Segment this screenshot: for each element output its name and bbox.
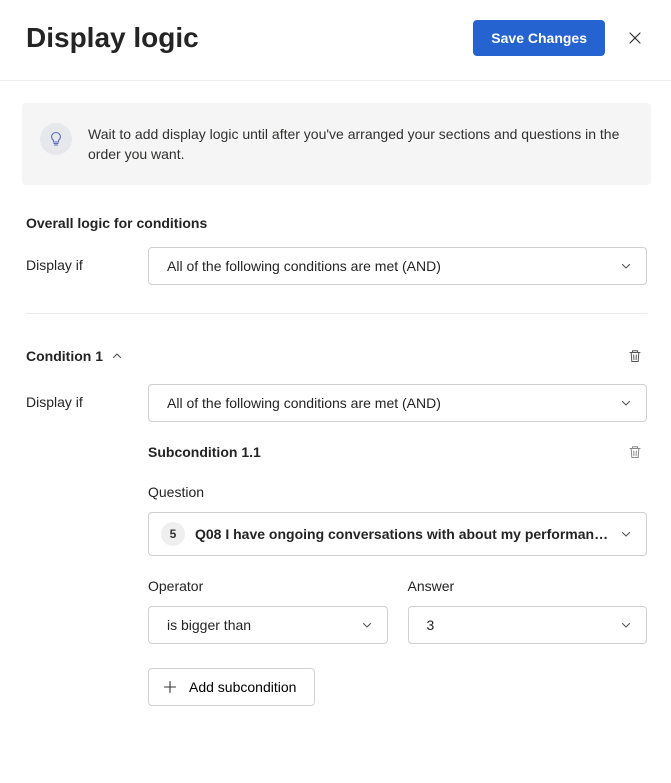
condition-display-if-label: Display if <box>26 384 126 422</box>
add-subcondition-button[interactable]: Add subcondition <box>148 668 315 706</box>
info-banner: Wait to add display logic until after yo… <box>22 103 651 185</box>
answer-select[interactable]: 3 <box>408 606 648 644</box>
close-button[interactable] <box>623 26 647 50</box>
question-select[interactable]: 5 Q08 I have ongoing conversations with … <box>148 512 647 556</box>
question-label: Question <box>148 484 647 500</box>
condition-display-if-select[interactable]: All of the following conditions are met … <box>148 384 647 422</box>
operator-label: Operator <box>148 578 388 594</box>
condition-display-if-row: Display if All of the following conditio… <box>26 384 647 422</box>
info-text: Wait to add display logic until after yo… <box>88 123 629 165</box>
chevron-down-icon <box>620 260 632 272</box>
tip-icon-wrapper <box>40 123 72 155</box>
overall-display-if-label: Display if <box>26 247 126 285</box>
trash-icon <box>627 444 643 460</box>
condition-title: Condition 1 <box>26 348 103 364</box>
chevron-down-icon <box>620 619 632 631</box>
condition-display-if-value: All of the following conditions are met … <box>167 395 441 411</box>
header-actions: Save Changes <box>473 20 647 56</box>
chevron-down-icon <box>620 528 632 540</box>
save-changes-button[interactable]: Save Changes <box>473 20 605 56</box>
overall-display-if-row: Display if All of the following conditio… <box>26 247 647 285</box>
plus-icon <box>163 680 177 694</box>
chevron-down-icon <box>361 619 373 631</box>
condition-toggle[interactable]: Condition 1 <box>26 348 123 364</box>
operator-value: is bigger than <box>167 617 251 633</box>
modal-header: Display logic Save Changes <box>0 0 671 81</box>
trash-icon <box>627 348 643 364</box>
subcondition: Subcondition 1.1 Question 5 Q08 I have o… <box>148 440 647 706</box>
condition-header: Condition 1 <box>26 344 647 368</box>
operator-answer-row: Operator is bigger than Answer 3 <box>148 578 647 644</box>
question-badge: 5 <box>161 522 185 546</box>
overall-logic-section: Overall logic for conditions Display if … <box>22 215 651 706</box>
lightbulb-icon <box>48 131 64 147</box>
content: Wait to add display logic until after yo… <box>0 81 671 728</box>
delete-subcondition-button[interactable] <box>623 440 647 464</box>
chevron-down-icon <box>620 397 632 409</box>
delete-condition-button[interactable] <box>623 344 647 368</box>
answer-label: Answer <box>408 578 648 594</box>
chevron-up-icon <box>111 350 123 362</box>
answer-value: 3 <box>427 617 435 633</box>
overall-logic-title: Overall logic for conditions <box>26 215 647 231</box>
add-subcondition-label: Add subcondition <box>189 679 296 695</box>
page-title: Display logic <box>26 22 199 54</box>
operator-select[interactable]: is bigger than <box>148 606 388 644</box>
overall-display-if-value: All of the following conditions are met … <box>167 258 441 274</box>
close-icon <box>627 30 643 46</box>
question-text: Q08 I have ongoing conversations with ab… <box>195 526 608 542</box>
overall-display-if-select[interactable]: All of the following conditions are met … <box>148 247 647 285</box>
divider <box>26 313 647 314</box>
subcondition-title: Subcondition 1.1 <box>148 444 261 460</box>
subcondition-header: Subcondition 1.1 <box>148 440 647 464</box>
